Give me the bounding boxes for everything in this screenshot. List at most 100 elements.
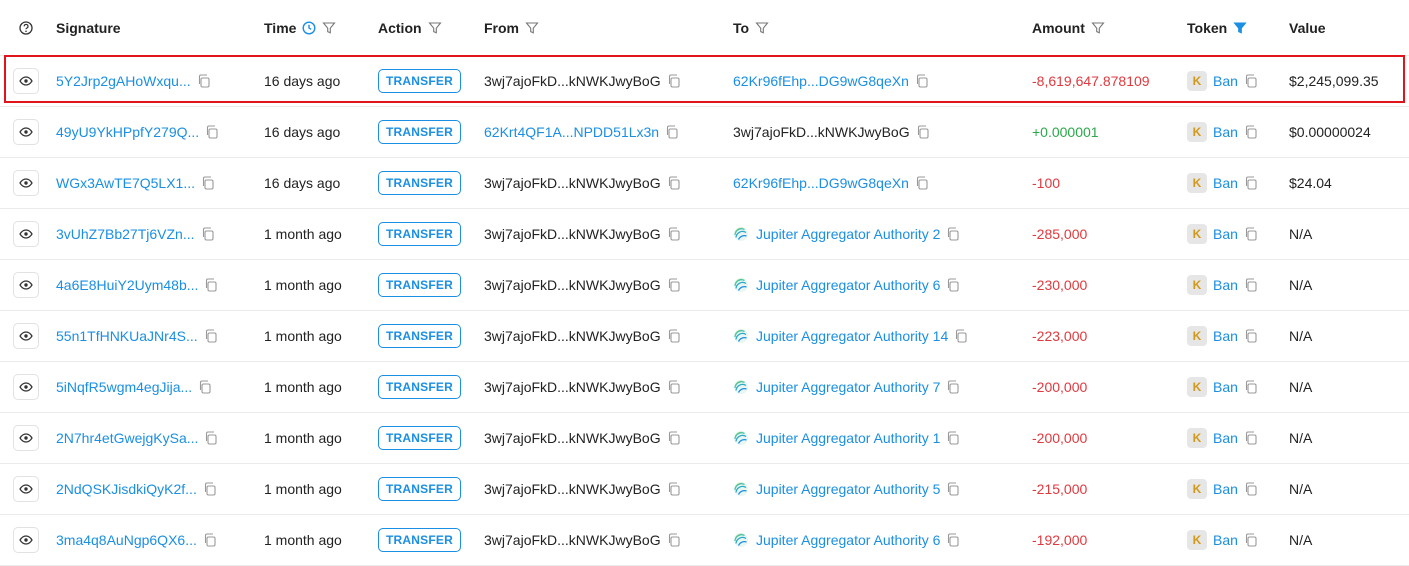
- copy-icon[interactable]: [1244, 176, 1257, 190]
- to-address[interactable]: Jupiter Aggregator Authority 6: [756, 277, 940, 293]
- signature-link[interactable]: 55n1TfHNKUaJNr4S...: [56, 328, 198, 344]
- header-amount-label: Amount: [1032, 19, 1085, 36]
- copy-icon[interactable]: [916, 125, 929, 139]
- action-badge: TRANSFER: [378, 375, 461, 399]
- token-link[interactable]: Ban: [1213, 73, 1238, 89]
- eye-icon[interactable]: [13, 527, 39, 553]
- value-text: $0.00000024: [1289, 124, 1371, 140]
- token-link[interactable]: Ban: [1213, 277, 1238, 293]
- eye-icon[interactable]: [13, 119, 39, 145]
- copy-icon[interactable]: [1244, 125, 1257, 139]
- copy-icon[interactable]: [201, 227, 214, 241]
- copy-icon[interactable]: [667, 278, 680, 292]
- copy-icon[interactable]: [1244, 431, 1257, 445]
- eye-icon[interactable]: [13, 374, 39, 400]
- to-address[interactable]: 62Kr96fEhp...DG9wG8qeXn: [733, 175, 909, 191]
- token-link[interactable]: Ban: [1213, 226, 1238, 242]
- copy-icon[interactable]: [946, 227, 960, 241]
- signature-link[interactable]: 2N7hr4etGwejgKySa...: [56, 430, 198, 446]
- signature-link[interactable]: 3ma4q8AuNgp6QX6...: [56, 532, 197, 548]
- signature-link[interactable]: 4a6E8HuiY2Uym48b...: [56, 277, 198, 293]
- eye-icon[interactable]: [13, 272, 39, 298]
- copy-icon[interactable]: [197, 74, 210, 88]
- token-link[interactable]: Ban: [1213, 328, 1238, 344]
- copy-icon[interactable]: [1244, 533, 1257, 547]
- clock-icon[interactable]: [302, 20, 316, 35]
- amount-value: +0.000001: [1032, 124, 1099, 140]
- copy-icon[interactable]: [201, 176, 214, 190]
- signature-link[interactable]: WGx3AwTE7Q5LX1...: [56, 175, 195, 191]
- copy-icon[interactable]: [667, 431, 680, 445]
- copy-icon[interactable]: [1244, 278, 1257, 292]
- token-link[interactable]: Ban: [1213, 532, 1238, 548]
- copy-icon[interactable]: [203, 482, 216, 496]
- filter-icon[interactable]: [1091, 21, 1105, 35]
- copy-icon[interactable]: [1244, 74, 1257, 88]
- copy-icon[interactable]: [665, 125, 678, 139]
- signature-link[interactable]: 49yU9YkHPpfY279Q...: [56, 124, 199, 140]
- copy-icon[interactable]: [915, 74, 928, 88]
- to-address[interactable]: Jupiter Aggregator Authority 6: [756, 532, 940, 548]
- to-address[interactable]: Jupiter Aggregator Authority 7: [756, 379, 940, 395]
- copy-icon[interactable]: [667, 380, 680, 394]
- to-address[interactable]: Jupiter Aggregator Authority 5: [756, 481, 940, 497]
- signature-link[interactable]: 5iNqfR5wgm4egJija...: [56, 379, 192, 395]
- copy-icon[interactable]: [946, 431, 960, 445]
- jupiter-logo-icon: [733, 481, 749, 497]
- eye-icon[interactable]: [13, 170, 39, 196]
- token-link[interactable]: Ban: [1213, 124, 1238, 140]
- copy-icon[interactable]: [954, 329, 967, 343]
- copy-icon[interactable]: [667, 176, 680, 190]
- to-address[interactable]: Jupiter Aggregator Authority 14: [756, 328, 948, 344]
- copy-icon[interactable]: [204, 278, 217, 292]
- token-link[interactable]: Ban: [1213, 379, 1238, 395]
- copy-icon[interactable]: [946, 278, 960, 292]
- filter-icon[interactable]: [755, 21, 769, 35]
- to-address[interactable]: Jupiter Aggregator Authority 2: [756, 226, 940, 242]
- action-badge: TRANSFER: [378, 222, 461, 246]
- copy-icon[interactable]: [946, 533, 960, 547]
- eye-icon[interactable]: [13, 221, 39, 247]
- copy-icon[interactable]: [667, 227, 680, 241]
- copy-icon[interactable]: [1244, 329, 1257, 343]
- copy-icon[interactable]: [915, 176, 928, 190]
- copy-icon[interactable]: [198, 380, 211, 394]
- copy-icon[interactable]: [1244, 227, 1257, 241]
- filter-icon[interactable]: [427, 21, 442, 35]
- filter-icon[interactable]: [525, 21, 539, 35]
- token-link[interactable]: Ban: [1213, 481, 1238, 497]
- copy-icon[interactable]: [667, 482, 680, 496]
- token-link[interactable]: Ban: [1213, 175, 1238, 191]
- copy-icon[interactable]: [204, 329, 217, 343]
- copy-icon[interactable]: [667, 533, 680, 547]
- jupiter-logo-icon: [733, 277, 749, 293]
- copy-icon[interactable]: [205, 125, 218, 139]
- amount-value: -200,000: [1032, 430, 1088, 446]
- eye-icon[interactable]: [13, 425, 39, 451]
- signature-link[interactable]: 3vUhZ7Bb27Tj6VZn...: [56, 226, 195, 242]
- eye-icon[interactable]: [13, 476, 39, 502]
- to-address[interactable]: 62Kr96fEhp...DG9wG8qeXn: [733, 73, 909, 89]
- copy-icon[interactable]: [667, 329, 680, 343]
- copy-icon[interactable]: [1244, 380, 1257, 394]
- jupiter-logo-icon: [733, 226, 749, 242]
- header-to-label: To: [733, 19, 750, 36]
- copy-icon[interactable]: [946, 482, 960, 496]
- token-link[interactable]: Ban: [1213, 430, 1238, 446]
- action-badge: TRANSFER: [378, 120, 461, 144]
- copy-icon[interactable]: [667, 74, 680, 88]
- signature-link[interactable]: 5Y2Jrp2gAHoWxqu...: [56, 73, 191, 89]
- copy-icon[interactable]: [204, 431, 217, 445]
- eye-icon[interactable]: [13, 323, 39, 349]
- to-address[interactable]: Jupiter Aggregator Authority 1: [756, 430, 940, 446]
- eye-icon[interactable]: [13, 68, 39, 94]
- copy-icon[interactable]: [1244, 482, 1257, 496]
- help-icon[interactable]: [13, 0, 39, 55]
- filter-active-icon[interactable]: [1233, 21, 1247, 35]
- signature-link[interactable]: 2NdQSKJisdkiQyK2f...: [56, 481, 197, 497]
- copy-icon[interactable]: [946, 380, 960, 394]
- time-text: 1 month ago: [264, 379, 342, 395]
- from-address[interactable]: 62Krt4QF1A...NPDD51Lx3n: [484, 124, 659, 140]
- copy-icon[interactable]: [203, 533, 216, 547]
- filter-icon[interactable]: [322, 21, 337, 35]
